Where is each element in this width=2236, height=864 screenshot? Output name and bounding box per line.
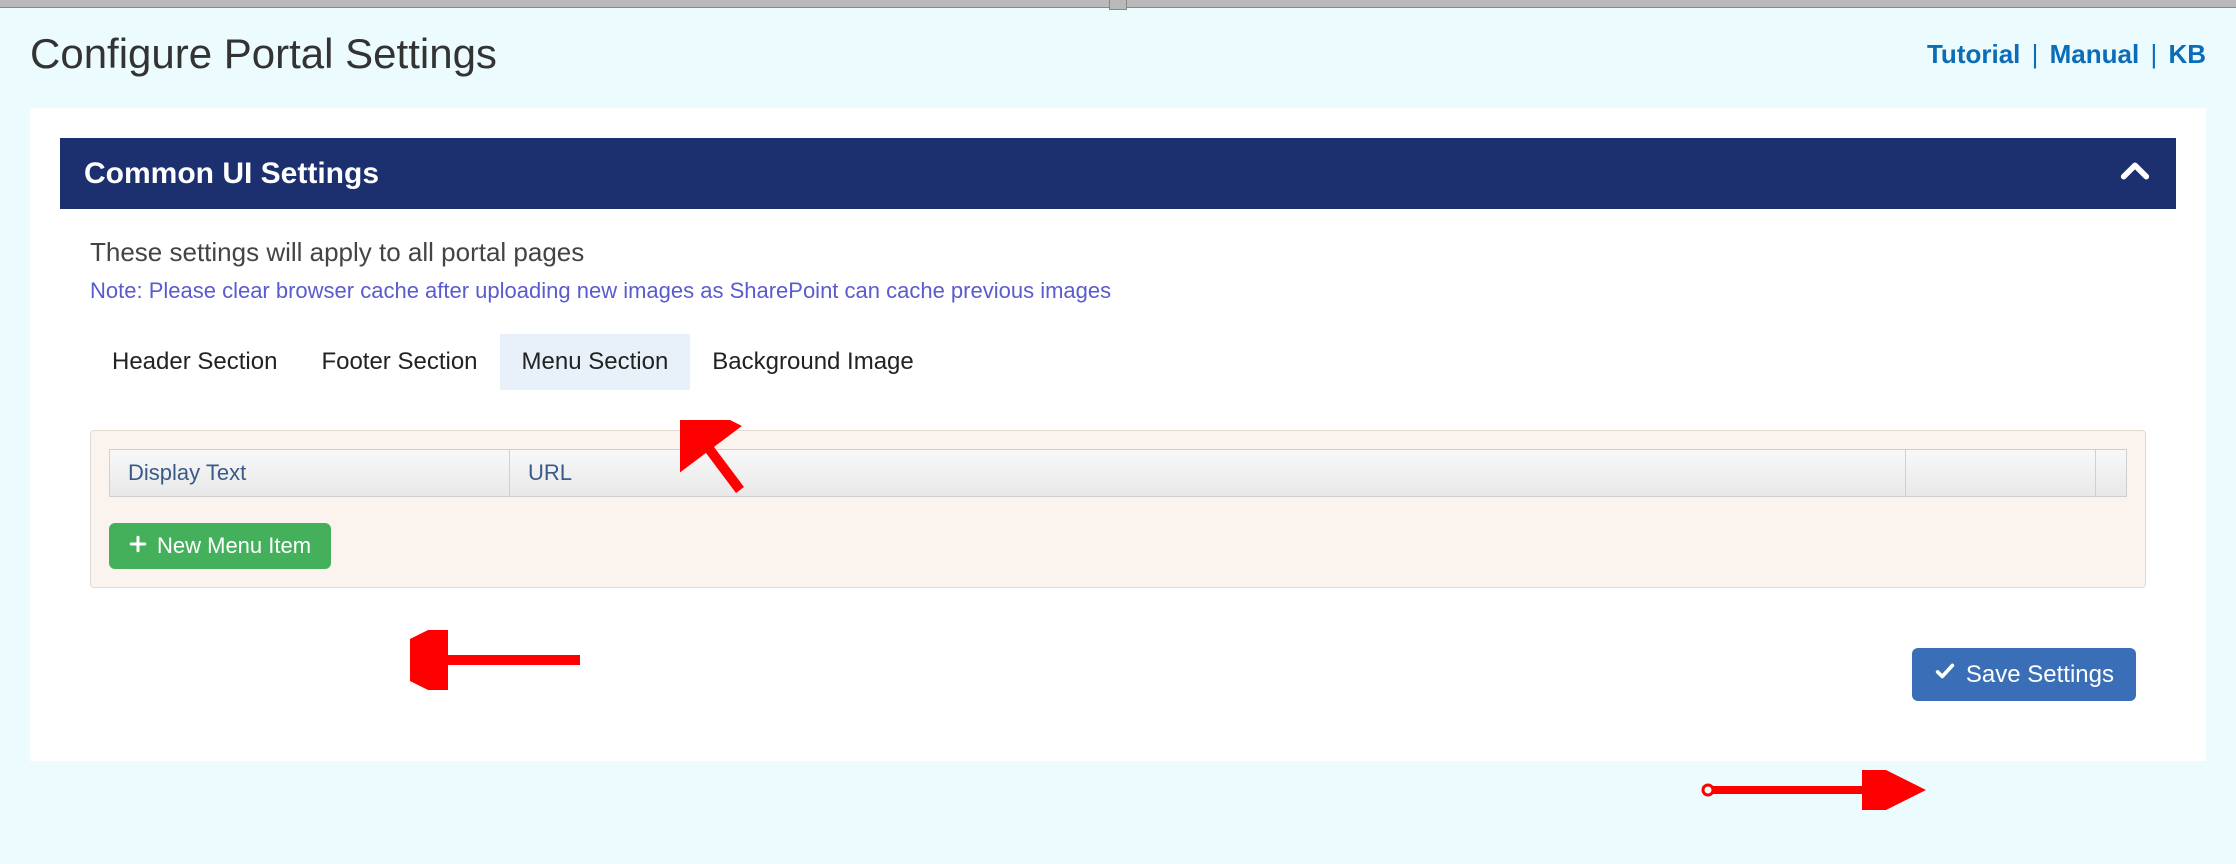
panel-header[interactable]: Common UI Settings	[60, 138, 2176, 209]
tab-menu-section[interactable]: Menu Section	[500, 334, 691, 390]
tabs: Header Section Footer Section Menu Secti…	[90, 334, 2146, 390]
menu-table-header: Display Text URL	[109, 449, 2127, 497]
tutorial-link[interactable]: Tutorial	[1927, 39, 2020, 69]
help-link-separator: |	[2032, 39, 2039, 69]
save-settings-label: Save Settings	[1966, 661, 2114, 689]
window-frame-notch	[1109, 0, 1127, 10]
page-title: Configure Portal Settings	[30, 30, 497, 78]
save-settings-button[interactable]: Save Settings	[1912, 648, 2136, 701]
new-menu-item-label: New Menu Item	[157, 533, 311, 559]
settings-card: Common UI Settings These settings will a…	[30, 108, 2206, 761]
help-link-separator: |	[2150, 39, 2157, 69]
tab-footer-section[interactable]: Footer Section	[299, 334, 499, 390]
settings-description: These settings will apply to all portal …	[90, 237, 2146, 268]
page-header-row: Configure Portal Settings Tutorial | Man…	[0, 8, 2236, 108]
annotation-arrow	[1700, 770, 1930, 810]
column-header-action-2	[2096, 450, 2126, 496]
column-header-action-1	[1906, 450, 2096, 496]
window-frame-top	[0, 0, 2236, 8]
new-menu-item-button[interactable]: New Menu Item	[109, 523, 331, 569]
settings-note: Note: Please clear browser cache after u…	[90, 278, 2146, 304]
check-icon	[1934, 660, 1956, 689]
column-header-url[interactable]: URL	[510, 450, 1906, 496]
menu-items-panel: Display Text URL New Menu Item	[90, 430, 2146, 588]
column-header-actions	[1906, 450, 2126, 496]
kb-link[interactable]: KB	[2168, 39, 2206, 69]
panel-body: These settings will apply to all portal …	[60, 209, 2176, 711]
manual-link[interactable]: Manual	[2050, 39, 2140, 69]
panel-header-title: Common UI Settings	[84, 157, 379, 191]
tab-background-image[interactable]: Background Image	[690, 334, 935, 390]
help-links: Tutorial | Manual | KB	[1927, 39, 2206, 70]
chevron-up-icon[interactable]	[2118, 154, 2152, 193]
plus-icon	[129, 533, 147, 559]
column-header-display-text[interactable]: Display Text	[110, 450, 510, 496]
save-row: Save Settings	[90, 648, 2146, 701]
tab-header-section[interactable]: Header Section	[90, 334, 299, 390]
